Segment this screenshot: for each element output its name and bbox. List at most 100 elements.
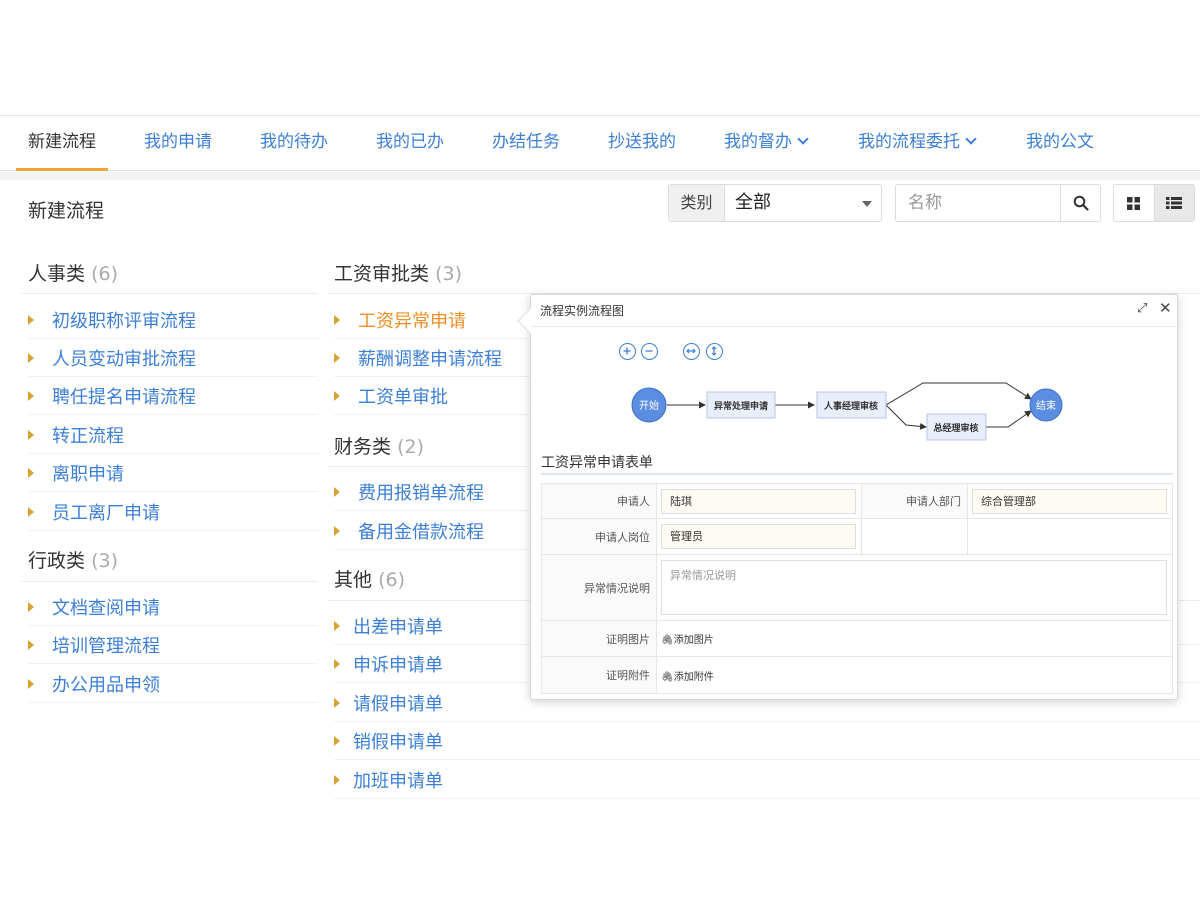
triangle-right-icon — [28, 679, 34, 689]
applicant-field[interactable]: 陆琪 — [661, 488, 856, 514]
list-item[interactable]: 初级职称评审流程 — [28, 301, 318, 339]
process-link[interactable]: 人员变动审批流程 — [52, 345, 196, 371]
tab-cc-me[interactable]: 抄送我的 — [608, 116, 676, 171]
form-row: 证明附件 🖇添加附件 — [542, 657, 1172, 693]
list-item[interactable]: 培训管理流程 — [28, 626, 318, 664]
triangle-right-icon — [28, 430, 34, 440]
process-link[interactable]: 工资异常申请 — [358, 307, 466, 333]
category-divider — [328, 466, 528, 467]
triangle-right-icon — [334, 353, 340, 363]
triangle-right-icon — [28, 640, 34, 650]
process-link[interactable]: 出差申请单 — [353, 613, 443, 639]
field-cell: 异常情况说明 — [657, 555, 1172, 620]
category-name: 人事类 — [28, 263, 86, 285]
zoom-out-icon[interactable] — [641, 343, 658, 360]
add-image-button[interactable]: 🖇添加图片 — [661, 631, 714, 646]
tab-my-supervision[interactable]: 我的督办 — [724, 116, 809, 171]
list-icon — [1166, 197, 1183, 209]
list-item[interactable]: 工资异常申请 — [334, 301, 530, 339]
list-item[interactable]: 工资单审批 — [334, 377, 530, 415]
list-item[interactable]: 办公用品申领 — [28, 665, 318, 703]
flow-node-1-label: 异常处理申请 — [714, 400, 768, 412]
tab-new-process[interactable]: 新建流程 — [16, 116, 108, 171]
list-item[interactable]: 聘任提名申请流程 — [28, 377, 318, 415]
list-item[interactable]: 离职申请 — [28, 454, 318, 492]
description-textarea[interactable]: 异常情况说明 — [661, 560, 1167, 615]
process-link[interactable]: 请假申请单 — [353, 690, 443, 716]
process-link[interactable]: 转正流程 — [52, 422, 124, 448]
category-select[interactable]: 全部 — [725, 185, 881, 221]
paperclip-icon: 🖇 — [661, 635, 674, 646]
list-item[interactable]: 转正流程 — [28, 416, 318, 454]
process-link[interactable]: 办公用品申领 — [52, 671, 160, 697]
tab-completed-tasks[interactable]: 办结任务 — [492, 116, 560, 171]
process-link[interactable]: 加班申请单 — [353, 767, 443, 793]
category-name: 行政类 — [28, 550, 86, 572]
tab-my-done[interactable]: 我的已办 — [376, 116, 444, 171]
process-link[interactable]: 工资单审批 — [358, 383, 448, 409]
category-count: (3) — [435, 263, 462, 285]
process-link[interactable]: 员工离厂申请 — [52, 499, 160, 525]
tab-my-todo[interactable]: 我的待办 — [260, 116, 328, 171]
process-link[interactable]: 申诉申请单 — [353, 651, 443, 677]
list-item[interactable]: 人员变动审批流程 — [28, 339, 318, 377]
process-link[interactable]: 文档查阅申请 — [52, 594, 160, 620]
field-label: 申请人岗位 — [542, 519, 657, 554]
list-view-button[interactable] — [1153, 185, 1194, 221]
search-button[interactable] — [1060, 185, 1100, 221]
category-divider — [22, 581, 318, 582]
chevron-down-icon — [965, 133, 977, 145]
list-item[interactable]: 费用报销单流程 — [334, 473, 530, 511]
application-form: 申请人 陆琪 申请人部门 综合管理部 申请人岗位 管理员 异常情况说明 异常情况… — [541, 483, 1173, 694]
process-link[interactable]: 薪酬调整申请流程 — [358, 345, 502, 371]
department-field[interactable]: 综合管理部 — [972, 488, 1167, 514]
grid-view-button[interactable] — [1114, 185, 1154, 221]
list-item[interactable]: 备用金借款流程 — [334, 512, 530, 550]
paperclip-icon: 🖇 — [661, 671, 674, 683]
close-icon[interactable]: ✕ — [1159, 299, 1172, 317]
popover-title: 流程实例流程图 — [540, 304, 625, 318]
category-header-hr: 人事类 (6) — [28, 259, 118, 286]
category-header-other: 其他 (6) — [334, 565, 405, 592]
list-item[interactable]: 文档查阅申请 — [28, 588, 318, 626]
triangle-right-icon — [28, 315, 34, 325]
process-link[interactable]: 备用金借款流程 — [358, 518, 484, 544]
process-link[interactable]: 费用报销单流程 — [358, 479, 484, 505]
field-label: 证明附件 — [542, 657, 657, 693]
field-cell: 陆琪 — [657, 484, 862, 518]
category-label: 类别 — [669, 185, 725, 221]
process-link[interactable]: 培训管理流程 — [52, 632, 160, 658]
search-input[interactable] — [896, 185, 1060, 221]
triangle-right-icon — [28, 602, 34, 612]
list-item[interactable]: 薪酬调整申请流程 — [334, 339, 530, 377]
process-link[interactable]: 初级职称评审流程 — [52, 307, 196, 333]
expand-icon[interactable]: ⤢ — [1137, 301, 1147, 316]
position-field[interactable]: 管理员 — [661, 524, 856, 549]
process-link[interactable]: 销假申请单 — [353, 728, 443, 754]
field-cell: 综合管理部 — [968, 484, 1172, 518]
list-item[interactable]: 销假申请单 — [334, 722, 1200, 760]
category-header-finance: 财务类 (2) — [334, 432, 424, 459]
list-item[interactable]: 员工离厂申请 — [28, 493, 318, 531]
fit-width-icon[interactable] — [683, 343, 700, 360]
process-link[interactable]: 离职申请 — [52, 460, 124, 486]
empty-cell — [862, 519, 968, 554]
add-attachment-button[interactable]: 🖇添加附件 — [661, 668, 714, 683]
tab-my-delegation[interactable]: 我的流程委托 — [858, 116, 977, 171]
category-divider — [22, 293, 318, 294]
form-row: 申请人岗位 管理员 — [542, 519, 1172, 555]
triangle-right-icon — [334, 315, 340, 325]
flow-end-label: 结束 — [1036, 399, 1056, 412]
add-attachment-label: 添加附件 — [673, 671, 714, 683]
page-title: 新建流程 — [28, 200, 105, 222]
field-label: 证明图片 — [542, 621, 657, 656]
tab-my-delegation-label: 我的流程委托 — [858, 132, 960, 152]
field-label: 异常情况说明 — [542, 555, 657, 620]
zoom-in-icon[interactable] — [619, 343, 636, 360]
list-item[interactable]: 加班申请单 — [334, 761, 1200, 799]
category-header-salary: 工资审批类 (3) — [334, 259, 462, 286]
process-link[interactable]: 聘任提名申请流程 — [52, 383, 196, 409]
tab-my-applications[interactable]: 我的申请 — [144, 116, 212, 171]
tab-my-documents[interactable]: 我的公文 — [1026, 116, 1094, 171]
fit-height-icon[interactable] — [706, 343, 723, 360]
